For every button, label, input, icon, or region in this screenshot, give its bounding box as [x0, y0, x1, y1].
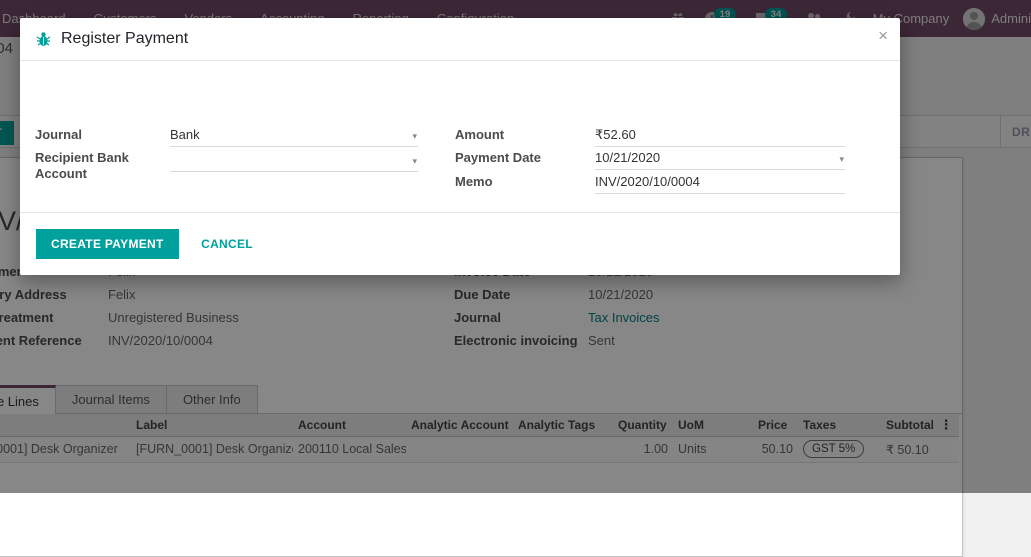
register-payment-dialog: Register Payment × Journal Bank Recipien…: [20, 18, 900, 275]
memo-input[interactable]: INV/2020/10/0004: [595, 174, 845, 194]
journal-select[interactable]: Bank: [170, 127, 418, 147]
cancel-button[interactable]: CANCEL: [201, 237, 253, 251]
dialog-footer: CREATE PAYMENT CANCEL: [20, 212, 900, 275]
close-icon[interactable]: ×: [878, 26, 888, 46]
recipient-bank-account-label: Recipient Bank Account: [35, 150, 153, 182]
payment-date-label: Payment Date: [455, 150, 585, 165]
amount-input[interactable]: ₹52.60: [595, 127, 845, 147]
amount-label: Amount: [455, 127, 585, 142]
dialog-header: Register Payment ×: [20, 18, 900, 61]
payment-date-input[interactable]: 10/21/2020: [595, 150, 845, 170]
memo-label: Memo: [455, 174, 585, 189]
dialog-title: Register Payment: [61, 30, 188, 48]
journal-label: Journal: [35, 127, 165, 142]
recipient-bank-account-select[interactable]: [170, 152, 418, 172]
bug-icon: [36, 31, 51, 47]
create-payment-button[interactable]: CREATE PAYMENT: [36, 229, 179, 259]
